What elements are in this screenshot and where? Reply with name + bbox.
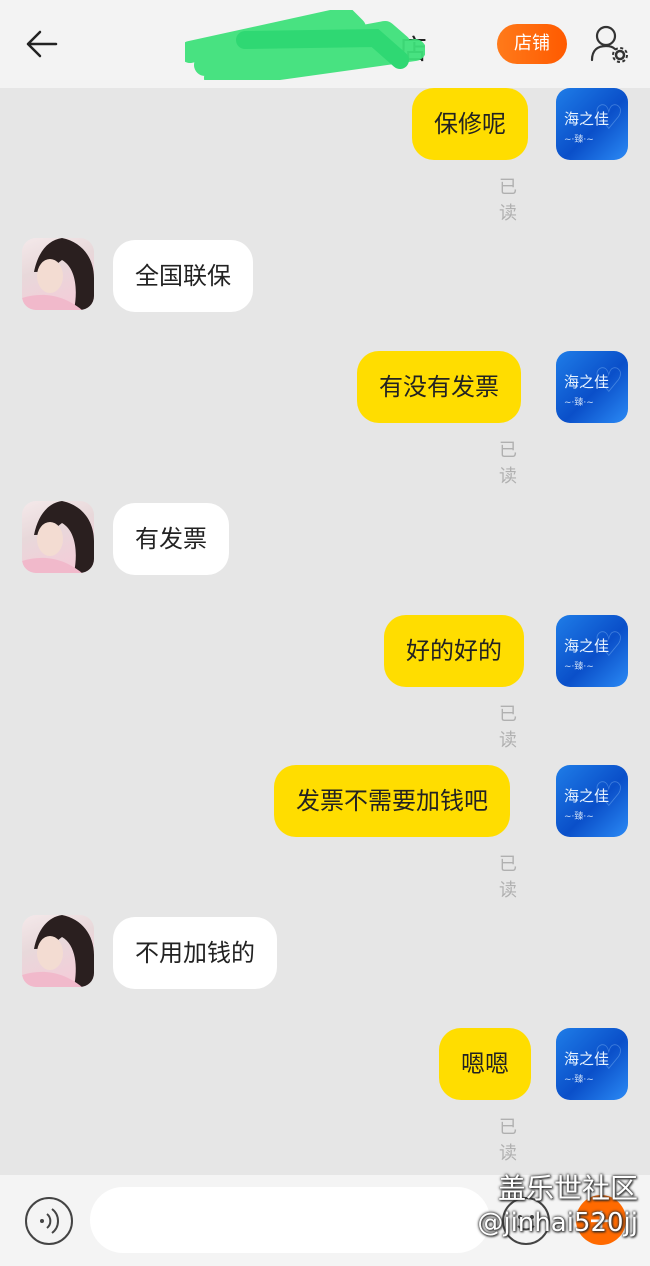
seller-avatar[interactable] (22, 501, 94, 573)
shop-avatar-text: 海之佳 (564, 637, 610, 655)
message-bubble[interactable]: 有没有发票 (357, 351, 521, 423)
chat-header: 店 店铺 (0, 0, 650, 88)
user-settings-icon[interactable] (588, 22, 630, 64)
message-bubble[interactable]: 保修呢 (412, 88, 528, 160)
watermark: 盖乐世社区 @jinhai520jj (477, 1172, 638, 1240)
seller-avatar[interactable] (22, 238, 94, 310)
message-bubble[interactable]: 好的好的 (384, 615, 524, 687)
girl-portrait-icon (22, 915, 94, 987)
girl-portrait-icon (22, 238, 94, 310)
shop-avatar[interactable]: ♡ 海之佳 ~·臻·~ (556, 351, 628, 423)
voice-input-button[interactable] (25, 1197, 73, 1245)
shop-avatar-subtext: ~·臻·~ (564, 662, 594, 672)
girl-portrait-icon (22, 501, 94, 573)
message-input[interactable] (90, 1187, 490, 1253)
read-status: 已读 (499, 1117, 517, 1164)
message-bubble[interactable]: 有发票 (113, 503, 229, 575)
shop-avatar-text: 海之佳 (564, 1050, 610, 1068)
watermark-line2: @jinhai520jj (477, 1208, 638, 1238)
shop-avatar-subtext: ~·臻·~ (564, 812, 594, 822)
shop-avatar-subtext: ~·臻·~ (564, 1075, 594, 1085)
shop-avatar-subtext: ~·臻·~ (564, 398, 594, 408)
shop-avatar-subtext: ~·臻·~ (564, 135, 594, 145)
message-bubble[interactable]: 不用加钱的 (113, 917, 277, 989)
shop-avatar-text: 海之佳 (564, 110, 610, 128)
message-bubble[interactable]: 嗯嗯 (439, 1028, 531, 1100)
back-arrow-icon[interactable] (22, 24, 62, 64)
redaction-scribble (185, 10, 425, 80)
shop-button[interactable]: 店铺 (497, 24, 567, 64)
shop-avatar[interactable]: ♡ 海之佳 ~·臻·~ (556, 1028, 628, 1100)
message-bubble[interactable]: 全国联保 (113, 240, 253, 312)
shop-avatar[interactable]: ♡ 海之佳 ~·臻·~ (556, 765, 628, 837)
voice-wave-icon (40, 1208, 59, 1234)
shop-avatar[interactable]: ♡ 海之佳 ~·臻·~ (556, 615, 628, 687)
shop-avatar-text: 海之佳 (564, 373, 610, 391)
read-status: 已读 (499, 177, 517, 224)
seller-avatar[interactable] (22, 915, 94, 987)
read-status: 已读 (499, 854, 517, 901)
message-bubble[interactable]: 发票不需要加钱吧 (274, 765, 510, 837)
read-status: 已读 (499, 704, 517, 751)
shop-avatar-text: 海之佳 (564, 787, 610, 805)
read-status: 已读 (499, 440, 517, 487)
shop-avatar[interactable]: ♡ 海之佳 ~·臻·~ (556, 88, 628, 160)
watermark-line1: 盖乐世社区 (497, 1172, 638, 1205)
chat-title: 店 (185, 10, 445, 80)
